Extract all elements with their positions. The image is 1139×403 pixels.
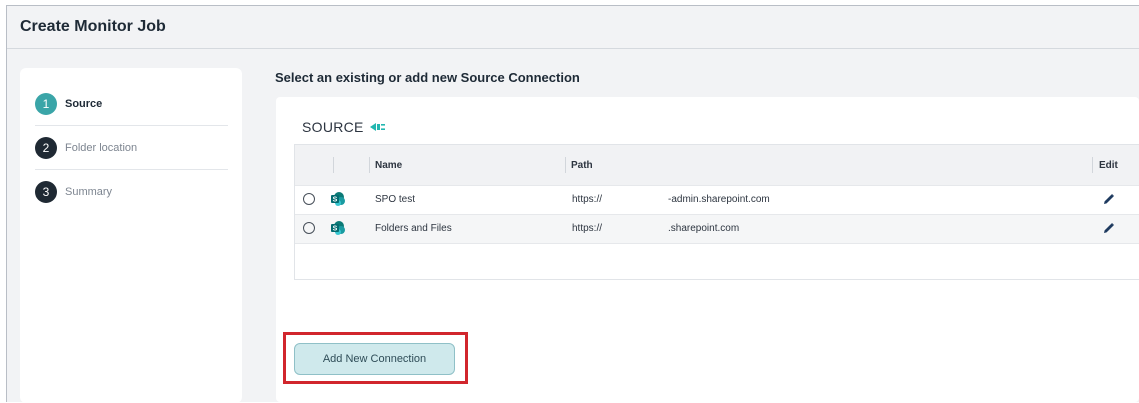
add-new-connection-button[interactable]: Add New Connection bbox=[294, 343, 455, 375]
column-header-name[interactable]: Name bbox=[375, 160, 402, 171]
step-label: Summary bbox=[65, 186, 113, 198]
pencil-icon[interactable] bbox=[1103, 222, 1115, 234]
sharepoint-icon: S bbox=[331, 221, 345, 235]
section-heading: Select an existing or add new Source Con… bbox=[275, 70, 580, 85]
title-divider bbox=[7, 48, 1139, 49]
plug-icon bbox=[369, 123, 385, 131]
column-divider bbox=[333, 157, 334, 173]
row-select-radio[interactable] bbox=[303, 222, 315, 234]
connection-path-scheme: https:// bbox=[572, 223, 603, 234]
connections-table: Name Path Edit S SPO test https:// -admi… bbox=[294, 144, 1139, 280]
connection-path-scheme: https:// bbox=[572, 194, 603, 205]
svg-text:S: S bbox=[333, 197, 338, 204]
step-label: Source bbox=[65, 98, 103, 110]
column-divider bbox=[1092, 157, 1093, 173]
wizard-stepper: 1 Source 2 Folder location 3 Summary bbox=[20, 68, 242, 403]
page-title: Create Monitor Job bbox=[20, 18, 166, 35]
step-label: Folder location bbox=[65, 142, 138, 154]
column-divider bbox=[369, 157, 370, 173]
sharepoint-icon: S bbox=[331, 192, 345, 206]
step-divider bbox=[35, 169, 228, 170]
connection-name: Folders and Files bbox=[375, 223, 452, 234]
table-header: Name Path Edit bbox=[295, 145, 1139, 185]
step-divider bbox=[35, 125, 228, 126]
source-title: SOURCE bbox=[302, 119, 386, 135]
table-row[interactable]: S SPO test https:// -admin.sharepoint.co… bbox=[295, 185, 1139, 214]
step-number-badge: 3 bbox=[35, 181, 57, 203]
step-folder-location[interactable]: 2 Folder location bbox=[35, 128, 228, 168]
row-select-radio[interactable] bbox=[303, 193, 315, 205]
table-row[interactable]: S Folders and Files https:// .sharepoint… bbox=[295, 214, 1139, 243]
column-divider bbox=[565, 157, 566, 173]
svg-text:S: S bbox=[333, 226, 338, 233]
step-number-badge: 2 bbox=[35, 137, 57, 159]
connection-name: SPO test bbox=[375, 194, 416, 205]
connection-path-host: .sharepoint.com bbox=[668, 223, 740, 234]
step-source[interactable]: 1 Source bbox=[35, 84, 228, 124]
column-header-path[interactable]: Path bbox=[571, 160, 593, 171]
table-empty-area bbox=[295, 243, 1139, 281]
column-header-edit: Edit bbox=[1099, 160, 1118, 171]
step-summary[interactable]: 3 Summary bbox=[35, 172, 228, 212]
pencil-icon[interactable] bbox=[1103, 193, 1115, 205]
connection-path-host: -admin.sharepoint.com bbox=[668, 194, 770, 205]
source-title-text: SOURCE bbox=[302, 119, 364, 135]
step-number-badge: 1 bbox=[35, 93, 57, 115]
